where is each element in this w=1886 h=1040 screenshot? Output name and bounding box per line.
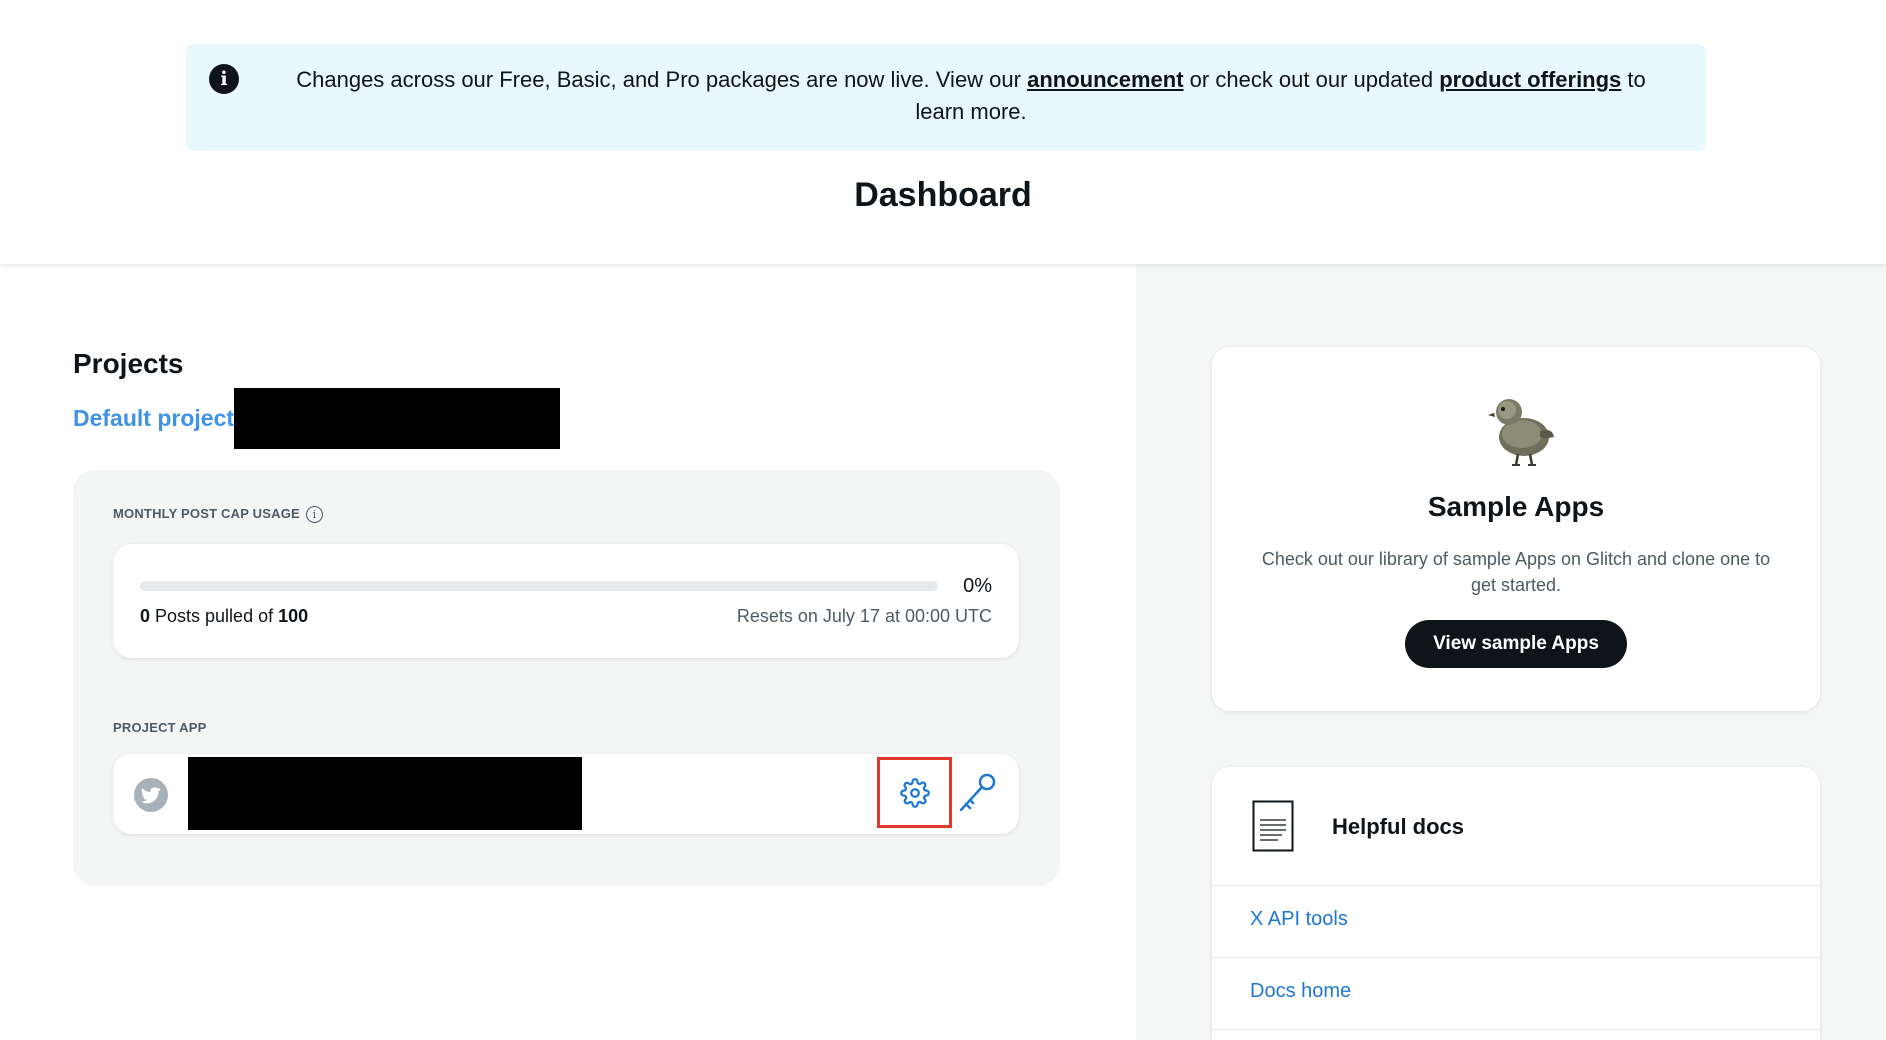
app-keys-button[interactable] [953,768,1003,818]
sidebar-panel: Sample Apps Check out our library of sam… [1136,264,1886,1040]
x-api-tools-link[interactable]: X API tools [1250,908,1348,931]
gear-icon [899,777,930,808]
doc-link-row: X API tools [1212,886,1820,958]
chick-image [1488,399,1554,466]
docs-home-link[interactable]: Docs home [1250,980,1351,1003]
banner-text-part: or check out our updated [1183,67,1440,92]
sample-apps-description: Check out our library of sample Apps on … [1261,549,1771,595]
project-app-card [113,754,1019,834]
twitter-bird-icon [134,778,168,812]
project-app-label: PROJECT APP [113,720,207,735]
banner-text: Changes across our Free, Basic, and Pro … [271,64,1671,128]
page-title: Dashboard [854,176,1032,214]
posts-cap-count: 100 [278,606,309,626]
posts-pulled-text: 0 Posts pulled of 100 [140,606,308,627]
info-icon[interactable]: i [305,506,323,524]
usage-section-label: MONTHLY POST CAP USAGE i [113,506,323,524]
default-project-link[interactable]: Default project- [73,405,242,432]
helpful-docs-card: Helpful docs X API tools Docs home [1212,767,1820,1040]
projects-panel: Projects Default project- MONTHLY POST C… [0,264,1136,1040]
info-icon: i [209,64,239,94]
project-card: MONTHLY POST CAP USAGE i 0% 0 Posts pulle… [73,470,1060,886]
usage-reset-text: Resets on July 17 at 00:00 UTC [736,606,992,626]
app-settings-button[interactable] [877,757,952,828]
projects-heading: Projects [73,348,184,379]
sample-apps-title: Sample Apps [1427,491,1605,522]
usage-progress-bar [140,581,938,591]
sample-apps-card: Sample Apps Check out our library of sam… [1212,347,1820,711]
helpful-docs-title: Helpful docs [1332,814,1465,839]
posts-pulled-label: Posts pulled of [150,606,279,626]
usage-percent: 0% [963,575,992,597]
redacted-app-name [188,757,582,830]
redacted-project-name [234,388,560,449]
announcement-link[interactable]: announcement [1027,67,1183,92]
view-sample-apps-button[interactable]: View sample Apps [1405,620,1627,668]
key-icon [959,773,996,812]
posts-pulled-count: 0 [140,606,151,626]
banner-text-part: Changes across our Free, Basic, and Pro … [296,67,1028,92]
document-icon [1252,800,1294,852]
doc-link-row: Docs home [1212,958,1820,1030]
top-header: i Changes across our Free, Basic, and Pr… [0,0,1886,264]
product-offerings-link[interactable]: product offerings [1439,67,1621,92]
announcement-banner: i Changes across our Free, Basic, and Pr… [186,44,1706,151]
helpful-docs-header: Helpful docs [1212,767,1820,886]
usage-label-text: MONTHLY POST CAP USAGE [113,506,300,521]
usage-card: 0% 0 Posts pulled of 100 Resets on July … [113,544,1019,658]
